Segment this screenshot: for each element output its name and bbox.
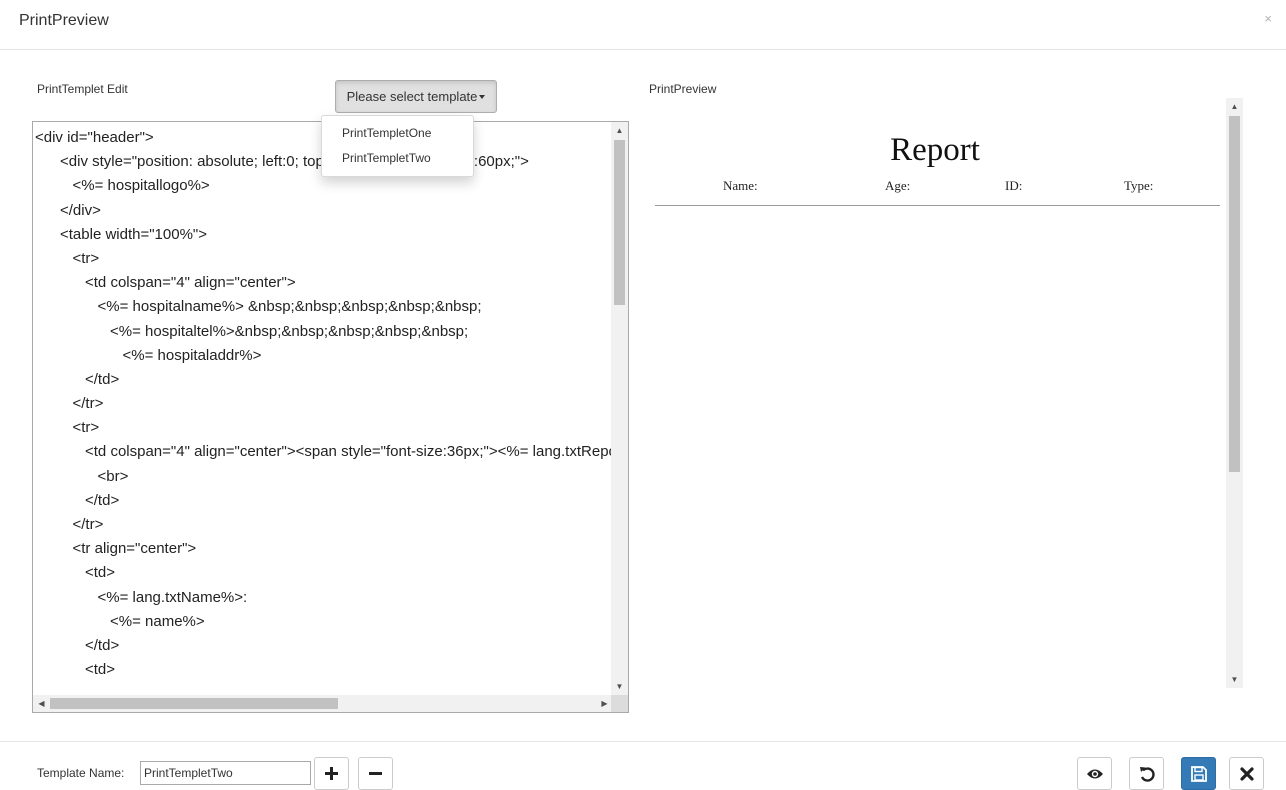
template-name-input[interactable] [140, 761, 311, 785]
code-line: </td> [35, 491, 120, 509]
preview-label: PrintPreview [649, 82, 717, 96]
template-name-label: Template Name: [37, 766, 125, 780]
code-line: <tr align="center"> [35, 540, 197, 558]
dropdown-item-templet-two[interactable]: PrintTempletTwo [322, 146, 473, 171]
caret-down-icon [479, 94, 486, 99]
report-title: Report [890, 132, 980, 168]
preview-scroll-up-arrow-icon[interactable]: ▲ [1226, 98, 1243, 115]
code-line: <tr> [35, 419, 100, 437]
save-icon [1190, 765, 1207, 782]
code-line: <td> [35, 564, 116, 582]
code-line: <%= hospitaladdr%> [35, 346, 262, 364]
print-preview-pane: Report Name: Age: ID: Type: ▲ ▼ [649, 98, 1243, 688]
select-template-label: Please select template [346, 89, 478, 104]
field-id: ID: [1005, 178, 1023, 193]
preview-vscroll-thumb[interactable] [1229, 116, 1240, 472]
code-line: </div> [35, 201, 101, 219]
code-line: <td> [35, 661, 116, 679]
scrollbar-corner [611, 695, 628, 712]
preview-scroll-down-arrow-icon[interactable]: ▼ [1226, 671, 1243, 688]
minus-icon [369, 772, 382, 775]
code-line: <%= hospitaltel%>&nbsp;&nbsp;&nbsp;&nbsp… [35, 322, 469, 340]
dropdown-item-templet-one[interactable]: PrintTempletOne [322, 121, 473, 146]
code-line: </tr> [35, 395, 104, 413]
modal-header: PrintPreview × [0, 0, 1286, 50]
save-button[interactable] [1181, 757, 1216, 790]
remove-template-button[interactable] [358, 757, 393, 790]
scroll-down-arrow-icon[interactable]: ▼ [611, 678, 628, 695]
modal-title: PrintPreview [19, 12, 109, 29]
code-line: </td> [35, 370, 120, 388]
code-line: <%= hospitalname%> &nbsp;&nbsp;&nbsp;&nb… [35, 298, 482, 316]
editor-label: PrintTemplet Edit [37, 82, 128, 96]
editor-hscroll-thumb[interactable] [50, 698, 338, 709]
code-line: <%= name%> [35, 612, 205, 630]
code-line: <br> [35, 467, 129, 485]
code-line: <%= lang.txtName%>: [35, 588, 248, 606]
code-area[interactable]: <div id="header"> <div style="position: … [35, 126, 613, 694]
field-age: Age: [885, 178, 911, 193]
editor-horizontal-scrollbar[interactable]: ◀ ▶ [33, 695, 613, 712]
undo-icon [1139, 766, 1155, 782]
field-name: Name: [723, 178, 758, 193]
scroll-left-arrow-icon[interactable]: ◀ [33, 695, 50, 712]
close-button[interactable] [1229, 757, 1264, 790]
editor-vertical-scrollbar[interactable]: ▲ ▼ [611, 122, 628, 695]
code-line: <table width="100%"> [35, 225, 208, 243]
field-type: Type: [1124, 178, 1154, 193]
code-line: <td colspan="4" align="center"> [35, 274, 296, 292]
report-field-row: Name: Age: ID: Type: [655, 178, 1220, 206]
reset-button[interactable] [1129, 757, 1164, 790]
select-template-button[interactable]: Please select template [335, 80, 497, 113]
code-line: <tr> [35, 249, 100, 267]
preview-vertical-scrollbar[interactable]: ▲ ▼ [1226, 98, 1243, 688]
template-dropdown-menu: PrintTempletOne PrintTempletTwo [321, 115, 474, 177]
code-line: <td colspan="4" align="center"><span sty… [85, 443, 613, 461]
add-template-button[interactable] [314, 757, 349, 790]
plus-icon [325, 767, 338, 780]
code-line: </td> [35, 636, 120, 654]
footer-divider [0, 741, 1286, 742]
code-line: <%= hospitallogo%> [35, 177, 210, 195]
scroll-up-arrow-icon[interactable]: ▲ [611, 122, 628, 139]
close-icon [1239, 766, 1254, 781]
modal-close-icon[interactable]: × [1264, 11, 1272, 26]
code-line: </tr> [35, 516, 104, 533]
preview-button[interactable] [1077, 757, 1112, 790]
template-code-editor[interactable]: <div id="header"> <div style="position: … [32, 121, 629, 713]
editor-vscroll-thumb[interactable] [614, 140, 625, 305]
eye-icon [1086, 769, 1103, 778]
